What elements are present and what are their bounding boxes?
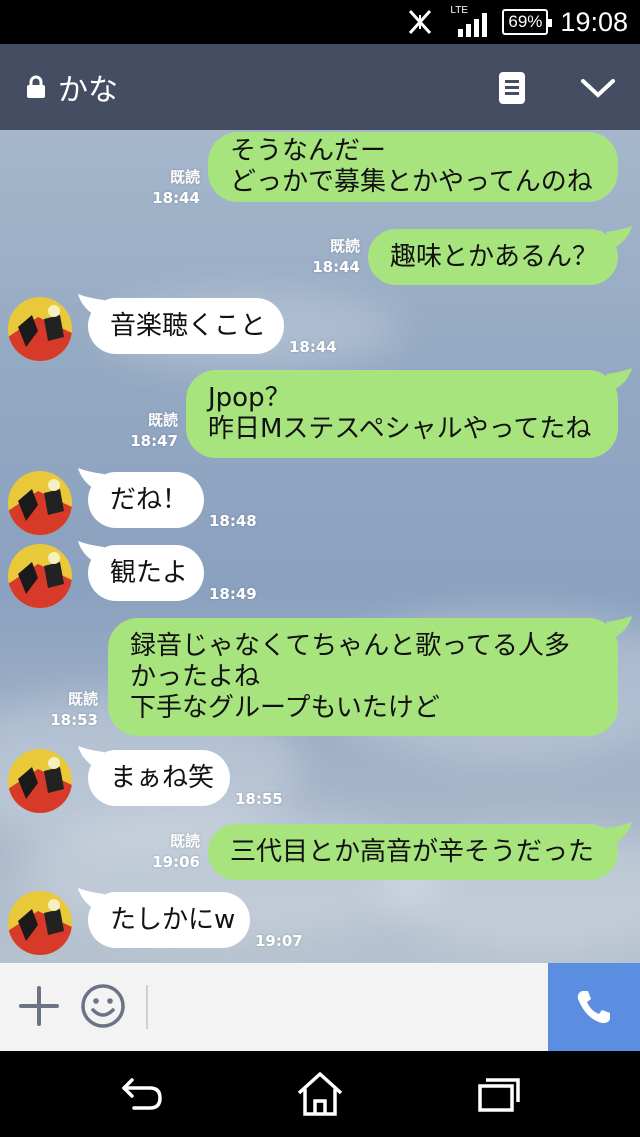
message-line: 下手なグループもいたけど <box>130 692 440 723</box>
message-meta: 既読 18:44 <box>130 167 200 209</box>
home-button[interactable] <box>294 1069 346 1119</box>
system-navigation-bar <box>0 1051 640 1137</box>
call-button[interactable] <box>548 963 640 1051</box>
message-bubble[interactable]: たしかにw <box>88 892 250 948</box>
recent-apps-button[interactable] <box>472 1069 524 1119</box>
message-time: 19:06 <box>152 853 200 871</box>
chat-title: かな <box>58 73 118 108</box>
read-receipt: 既読 <box>147 411 178 429</box>
message-line: そうなんだー <box>230 136 387 166</box>
message-time: 18:44 <box>289 338 337 356</box>
message-time: 18:44 <box>312 258 360 276</box>
avatar[interactable] <box>8 749 72 813</box>
message-meta: 既読 18:44 <box>290 236 360 278</box>
back-icon <box>122 1078 162 1110</box>
bubble-tail <box>78 541 104 563</box>
status-bar: LTE 69% 19:08 <box>0 0 640 44</box>
message-time: 18:53 <box>50 711 98 729</box>
message-bubble[interactable]: 観たよ <box>88 545 204 601</box>
message-line: 観たよ <box>110 557 189 588</box>
home-icon <box>297 1072 343 1116</box>
back-button[interactable] <box>116 1069 168 1119</box>
bubble-tail <box>606 616 632 638</box>
message-time: 18:49 <box>209 585 257 603</box>
bubble-tail <box>78 294 104 316</box>
message-meta: 既読 18:53 <box>28 689 98 731</box>
message-bubble[interactable]: 三代目とか高音が辛そうだった <box>208 824 618 880</box>
message-bubble[interactable]: 趣味とかあるん？ <box>368 229 618 285</box>
bubble-tail <box>606 368 632 390</box>
read-receipt: 既読 <box>169 168 200 186</box>
lte-signal-icon: LTE <box>450 5 490 37</box>
message-line: だね！ <box>110 484 189 515</box>
message-line: どっかで募集とかやってんのね <box>230 167 593 197</box>
clock: 19:08 <box>560 6 628 37</box>
signal-muted-icon <box>409 9 432 35</box>
message-line: まぁね笑 <box>110 762 215 793</box>
chat-area[interactable]: そうなんだー どっかで募集とかやってんのね 既読 18:44 趣味とかあるん？ … <box>0 130 640 963</box>
read-receipt: 既読 <box>329 237 360 255</box>
message-line: 趣味とかあるん？ <box>390 241 599 272</box>
message-bubble[interactable]: 音楽聴くこと <box>88 298 284 354</box>
plus-icon <box>19 986 59 1026</box>
bubble-tail <box>78 746 104 768</box>
bubble-tail <box>606 822 632 844</box>
phone-icon <box>577 991 610 1024</box>
message-time: 18:47 <box>130 432 178 450</box>
message-line: 昨日Mステスペシャルやってたね <box>208 414 592 444</box>
message-bubble[interactable]: まぁね笑 <box>88 750 230 806</box>
message-input-bar <box>0 963 640 1051</box>
emoji-button[interactable] <box>80 983 126 1029</box>
note-button[interactable] <box>490 66 534 110</box>
lock-icon <box>27 75 45 98</box>
chat-header: かな <box>0 44 640 130</box>
message-bubble[interactable]: Jpop？ 昨日Mステスペシャルやってたね <box>186 370 618 458</box>
battery-icon: 69% <box>502 9 553 35</box>
message-time: 18:44 <box>152 189 200 207</box>
chevron-down-icon <box>581 79 615 98</box>
chat-title-group: かな <box>26 44 118 130</box>
read-receipt: 既読 <box>67 690 98 708</box>
avatar[interactable] <box>8 544 72 608</box>
message-time: 18:48 <box>209 512 257 530</box>
message-line: かったよね <box>130 661 261 692</box>
message-line: 録音じゃなくてちゃんと歌ってる人多 <box>130 630 570 661</box>
menu-toggle-button[interactable] <box>576 66 620 110</box>
note-icon <box>499 72 525 104</box>
bubble-tail <box>606 226 632 248</box>
avatar[interactable] <box>8 891 72 955</box>
message-line: 三代目とか高音が辛そうだった <box>230 836 595 867</box>
message-input[interactable] <box>140 963 546 1051</box>
message-line: たしかにw <box>110 904 236 935</box>
bubble-tail <box>78 888 104 910</box>
message-time: 19:07 <box>255 932 303 950</box>
recent-apps-icon <box>478 1078 520 1112</box>
avatar[interactable] <box>8 471 72 535</box>
avatar[interactable] <box>8 297 72 361</box>
emoji-icon <box>81 984 125 1028</box>
message-bubble[interactable]: だね！ <box>88 472 204 528</box>
input-divider <box>146 985 148 1029</box>
add-attachment-button[interactable] <box>16 983 62 1029</box>
message-time: 18:55 <box>235 790 283 808</box>
message-line: 音楽聴くこと <box>110 310 267 341</box>
message-bubble[interactable]: 録音じゃなくてちゃんと歌ってる人多 かったよね 下手なグループもいたけど <box>108 618 618 736</box>
read-receipt: 既読 <box>169 832 200 850</box>
message-line: Jpop？ <box>208 383 291 413</box>
message-meta: 既読 19:06 <box>130 831 200 873</box>
bubble-tail <box>78 468 104 490</box>
message-meta: 既読 18:47 <box>108 410 178 452</box>
message-bubble[interactable]: そうなんだー どっかで募集とかやってんのね <box>208 132 618 202</box>
